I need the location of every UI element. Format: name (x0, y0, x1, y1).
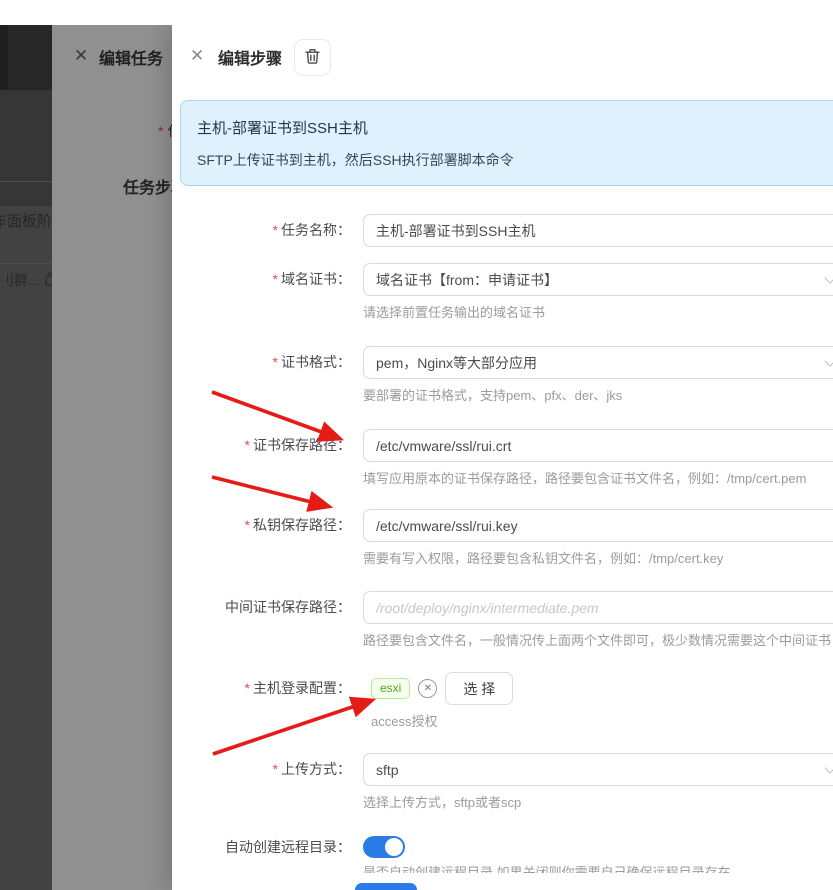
selected-value: sftp (376, 761, 399, 778)
form-row-intermediate-cert-path: 中间证书保存路径： 路径要包含文件名，一般情况传上面两个文件即可，极少数情况需要… (180, 591, 833, 649)
selected-value: pem，Nginx等大部分应用 (376, 354, 538, 371)
form-row-upload-method: * 上传方式： sftp 选择上传方式，sftp或者scp (180, 753, 833, 811)
top-strip (0, 0, 833, 25)
cert-format-select[interactable]: pem，Nginx等大部分应用 (363, 346, 833, 379)
required-mark: * (272, 761, 278, 777)
alert-title: 主机-部署证书到SSH主机 (197, 120, 368, 137)
field-help: 填写应用原本的证书保存路径，路径要包含证书文件名，例如：/tmp/cert.pe… (363, 471, 807, 486)
form-row-auto-mkdir: 自动创建远程目录： 是否自动创建远程目录,如果关闭则你需要自己确保远程目录存在 (180, 836, 833, 873)
required-mark: * (244, 437, 250, 453)
drawer-edit-step: ✕ 编辑步骤 主机-部署证书到SSH主机 SFTP上传证书到主机，然后SSH执行… (172, 25, 833, 890)
drawer-edit-step-title: 编辑步骤 (218, 51, 283, 68)
close-icon[interactable]: ✕ (190, 46, 204, 66)
close-icon[interactable]: ✕ (74, 46, 88, 66)
delete-step-button[interactable] (294, 39, 331, 76)
required-mark: * (158, 123, 164, 139)
copy-icon[interactable] (45, 271, 52, 289)
field-label: * 证书保存路径： (244, 437, 351, 453)
required-mark: * (272, 354, 278, 370)
remove-access-icon[interactable]: ✕ (418, 679, 438, 698)
chevron-down-icon (824, 272, 833, 284)
key-path-input[interactable] (363, 509, 833, 542)
alert-description: SFTP上传证书到主机，然后SSH执行部署脚本命令 (197, 152, 514, 168)
choose-access-button[interactable]: 选 择 (445, 672, 514, 705)
background-page-column: 车面板阶 刂群... (0, 25, 52, 890)
form-row-domain-cert: * 域名证书： 域名证书【from：申请证书】 请选择前置任务输出的域名证书 (180, 263, 833, 321)
background-list-item: 刂群... (0, 270, 52, 290)
chevron-down-icon (824, 355, 833, 367)
drawer-edit-task-title: 编辑任务 (99, 51, 164, 68)
form-row-cert-path: *证书保存路径： 填写应用原本的证书保存路径，路径要包含证书文件名，例如：/tm… (180, 429, 833, 487)
trash-icon (304, 48, 321, 68)
field-label: 中间证书保存路径： (225, 599, 351, 615)
required-mark: * (272, 271, 278, 287)
required-mark: * (244, 680, 250, 696)
field-label: * 任务名称： (272, 222, 351, 238)
form-row-key-path: *私钥保存路径： 需要有写入权限，路径要包含私钥文件名，例如：/tmp/cert… (180, 509, 833, 567)
form-row-host-access: * 主机登录配置： esxi ✕ 选 择 access授权 (180, 672, 833, 730)
form-row-cert-format: * 证书格式： pem，Nginx等大部分应用 要部署的证书格式，支持pem、pf… (180, 346, 833, 404)
confirm-button-partial[interactable] (355, 883, 417, 890)
field-label: * 主机登录配置： (244, 680, 351, 696)
field-help: 需要有写入权限，路径要包含私钥文件名，例如：/tmp/cert.key (363, 551, 724, 566)
task-name-input[interactable] (363, 214, 833, 247)
background-text-fragment: 刂群... (0, 272, 40, 288)
app-root: 车面板阶 刂群... ✕ 编辑任务 *任务名称： 任务步骤： ✕ 编辑步骤 (0, 0, 833, 890)
domain-cert-select[interactable]: 域名证书【from：申请证书】 (363, 263, 833, 296)
plugin-info-alert: 主机-部署证书到SSH主机 SFTP上传证书到主机，然后SSH执行部署脚本命令 (180, 100, 833, 186)
field-label: * 证书格式： (272, 354, 351, 370)
required-mark: * (272, 222, 278, 238)
intermediate-cert-path-input[interactable] (363, 591, 833, 624)
background-text-fragment: 车面板阶 (0, 213, 52, 230)
selected-value: 域名证书【from：申请证书】 (376, 271, 558, 288)
field-label: * 私钥保存路径： (244, 517, 351, 533)
field-help: 选择上传方式，sftp或者scp (363, 795, 522, 810)
required-mark: * (244, 517, 250, 533)
form-row-task-name: * 任务名称： (180, 214, 833, 247)
background-panel (0, 90, 52, 206)
field-label: 自动创建远程目录： (225, 839, 351, 855)
field-label: * 域名证书： (272, 271, 351, 287)
chevron-down-icon (824, 762, 833, 774)
field-help: access授权 (371, 714, 438, 729)
field-help: 请选择前置任务输出的域名证书 (363, 305, 546, 320)
upload-method-select[interactable]: sftp (363, 753, 833, 786)
divider (0, 181, 52, 182)
field-help: 要部署的证书格式，支持pem、pfx、der、jks (363, 388, 623, 403)
field-help: 路径要包含文件名，一般情况传上面两个文件即可，极少数情况需要这个中间证书 (363, 633, 832, 648)
cert-path-input[interactable] (363, 429, 833, 462)
toggle-knob (385, 838, 403, 856)
field-help: 是否自动创建远程目录,如果关闭则你需要自己确保远程目录存在 (363, 865, 731, 873)
divider (0, 263, 52, 264)
auto-mkdir-toggle[interactable] (363, 836, 405, 858)
access-tag[interactable]: esxi (371, 678, 411, 699)
field-label: * 上传方式： (272, 761, 351, 777)
